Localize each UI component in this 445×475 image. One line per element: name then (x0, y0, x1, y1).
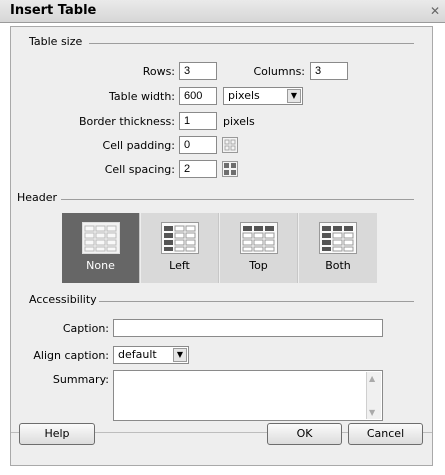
header-option-label: None (86, 259, 115, 272)
cell-spacing-label: Cell spacing: (104, 163, 175, 176)
columns-label: Columns: (253, 65, 305, 78)
caption-label: Caption: (62, 322, 109, 335)
table-width-label: Table width: (109, 90, 175, 103)
border-thickness-label: Border thickness: (78, 115, 175, 128)
table-width-input[interactable] (179, 87, 217, 105)
header-option-label: Top (249, 259, 268, 272)
close-icon[interactable]: ✕ (427, 3, 443, 19)
chevron-down-icon[interactable]: ▼ (287, 89, 301, 103)
cell-spacing-icon (222, 161, 238, 177)
dialog-body: Table size Rows: Columns: Table width: p… (10, 26, 433, 466)
scroll-up-icon[interactable]: ▲ (369, 374, 375, 383)
summary-label: Summary: (52, 373, 109, 386)
header-option-both[interactable]: Both (299, 213, 377, 283)
table-top-header-icon (240, 222, 278, 254)
table-left-header-icon (161, 222, 199, 254)
section-divider (61, 199, 414, 200)
header-option-label: Left (169, 259, 190, 272)
align-caption-label: Align caption: (33, 349, 109, 362)
header-heading: Header (17, 191, 58, 204)
header-option-none[interactable]: None (62, 213, 140, 283)
align-caption-select[interactable]: default ▼ (113, 346, 189, 364)
dialog-title: Insert Table (10, 3, 97, 18)
rows-label: Rows: (142, 65, 175, 78)
width-unit-value: pixels (228, 89, 260, 102)
header-option-left[interactable]: Left (141, 213, 219, 283)
caption-input[interactable] (113, 319, 383, 337)
cell-padding-input[interactable] (179, 136, 217, 154)
header-option-top[interactable]: Top (220, 213, 298, 283)
help-button[interactable]: Help (19, 423, 95, 445)
title-bar[interactable]: Insert Table ✕ (0, 0, 445, 23)
border-thickness-input[interactable] (179, 112, 217, 130)
section-divider (89, 43, 414, 44)
table-size-heading: Table size (29, 35, 83, 48)
columns-input[interactable] (310, 62, 348, 80)
align-caption-value: default (118, 348, 157, 361)
scroll-down-icon[interactable]: ▼ (369, 408, 375, 417)
cell-padding-label: Cell padding: (102, 139, 175, 152)
cell-padding-icon (222, 137, 238, 153)
cancel-button[interactable]: Cancel (348, 423, 423, 445)
border-unit-label: pixels (223, 115, 255, 128)
ok-button[interactable]: OK (267, 423, 342, 445)
summary-textarea[interactable]: ▲ ▼ (113, 370, 383, 421)
section-divider (99, 301, 414, 302)
summary-scrollbar[interactable]: ▲ ▼ (366, 372, 381, 419)
chevron-down-icon[interactable]: ▼ (173, 348, 187, 362)
width-unit-select[interactable]: pixels ▼ (223, 87, 303, 105)
rows-input[interactable] (179, 62, 217, 80)
table-both-header-icon (319, 222, 357, 254)
header-option-label: Both (325, 259, 351, 272)
accessibility-heading: Accessibility (29, 293, 97, 306)
table-none-icon (82, 222, 120, 254)
cell-spacing-input[interactable] (179, 160, 217, 178)
